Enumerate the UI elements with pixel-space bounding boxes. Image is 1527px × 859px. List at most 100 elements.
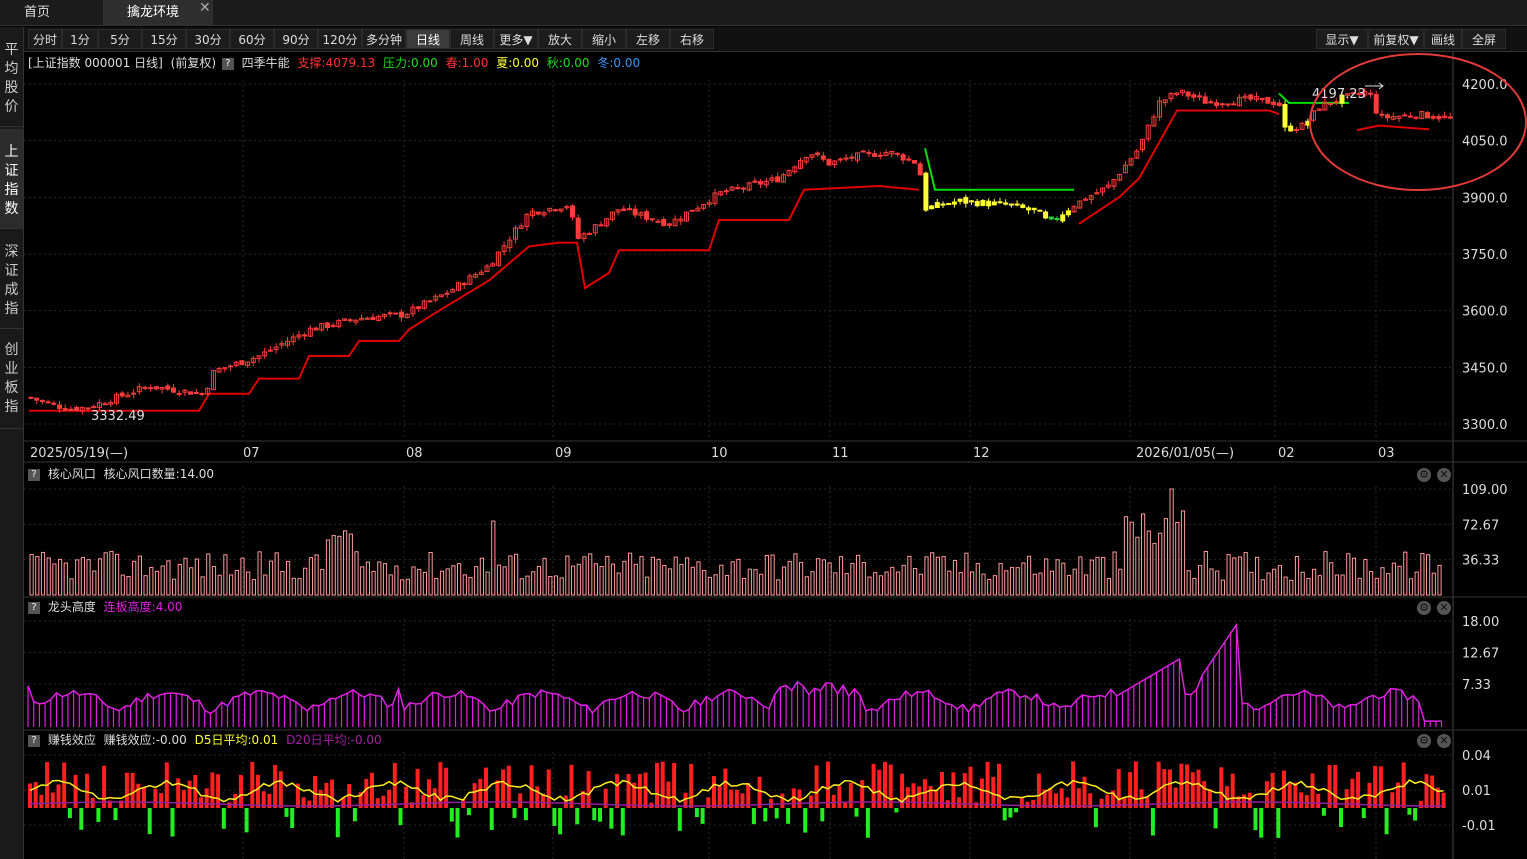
panel1-bar [1163, 518, 1169, 596]
panel1-bar [496, 564, 502, 596]
panel3-bar [609, 808, 614, 829]
panel3-bar [615, 774, 620, 808]
panel1-bar [160, 565, 165, 596]
panel1-bar [1152, 542, 1157, 596]
panel3-bar [313, 775, 317, 808]
panel1-bar [1192, 577, 1197, 596]
candle-body [974, 200, 980, 207]
panel1-bar [1066, 574, 1072, 596]
panel1-bar [468, 576, 473, 596]
panel1-bar [428, 551, 433, 596]
panel3-bar [449, 808, 454, 822]
panel1-bar [895, 571, 901, 596]
candle-body [1054, 218, 1060, 221]
panel1-bar [1038, 572, 1043, 596]
panel3-bar [1259, 808, 1264, 838]
candle-body [627, 208, 632, 211]
candle-body [894, 152, 900, 155]
panel3-bar [204, 788, 209, 808]
panel3-bar [1287, 783, 1292, 808]
panel1-bar [485, 571, 490, 596]
panel3-bar [1156, 761, 1161, 808]
panel1-bar [553, 575, 559, 596]
panel1-bar [257, 551, 262, 596]
panel3-bar [1059, 788, 1064, 808]
panel3-bar [244, 808, 249, 833]
panel1-bar [1021, 562, 1026, 596]
panel1-bar [559, 577, 564, 596]
panel3-bar [381, 795, 386, 808]
panel3-bar [1316, 793, 1321, 808]
panel1-bar [1135, 536, 1140, 596]
candle-body [1003, 202, 1009, 205]
panel3-bar [523, 808, 528, 821]
candle-body [1368, 92, 1373, 95]
panel3-bar [1008, 808, 1013, 818]
candle-body [393, 312, 399, 315]
panel1-bar [80, 557, 86, 596]
panel3-bar [1116, 769, 1121, 808]
panel3-bar [1213, 808, 1218, 829]
panel2-y-tick: 7.33 [1462, 678, 1491, 693]
panel1-bar [457, 563, 462, 596]
candle-body [1219, 103, 1225, 106]
candle-body [535, 211, 541, 215]
panel1-y-tick: 36.33 [1462, 554, 1499, 569]
panel3-bar [1082, 776, 1087, 808]
panel1-bar [719, 564, 724, 596]
candle-body [313, 327, 319, 331]
panel1-bar [656, 558, 661, 596]
panel1-bar [1391, 562, 1397, 596]
candle-body [1413, 116, 1419, 119]
panel1-bar [838, 556, 844, 596]
panel1-bar [981, 573, 986, 596]
candle-body [1020, 204, 1026, 209]
panel3-bar [592, 808, 597, 821]
panel1-bar [63, 562, 68, 596]
panel1-bar [474, 566, 479, 596]
panel1-bar [724, 574, 730, 596]
panel3-bar [518, 793, 523, 808]
panel3-bar [575, 808, 580, 825]
panel1-bar [1374, 577, 1379, 596]
panel3-bar [278, 771, 283, 808]
panel3-bar [1185, 764, 1190, 808]
panel1-bar [354, 551, 359, 596]
panel3-bar [1430, 775, 1435, 808]
panel1-bar [1061, 562, 1066, 596]
panel1-bar [1403, 551, 1408, 596]
panel1-bar [810, 571, 815, 596]
panel3-bar [512, 808, 517, 818]
candle-body [735, 187, 741, 190]
panel1-bar [1112, 551, 1117, 596]
panel3-bar [1133, 761, 1138, 808]
panel1-bar [907, 555, 912, 596]
panel1-bar [667, 568, 673, 596]
candle-body [980, 199, 986, 206]
candle-body [51, 402, 57, 405]
panel1-bar [998, 563, 1003, 596]
candle-body [267, 349, 273, 352]
panel1-bar [263, 574, 268, 596]
panel3-bar [284, 808, 289, 817]
panel3-bar [1299, 792, 1304, 808]
panel3-bar [170, 808, 175, 837]
candle-body [427, 300, 433, 303]
panel1-bar [1346, 553, 1351, 596]
panel1-bar [1357, 577, 1362, 596]
candle-body [176, 392, 182, 395]
panel1-bar [1004, 570, 1009, 596]
panel3-bar [1207, 789, 1212, 808]
panel3-bar [655, 762, 659, 808]
candle-body [1425, 112, 1430, 119]
panel1-bar [941, 556, 946, 596]
panel1-bar [964, 552, 969, 596]
panel1-bar [166, 560, 171, 596]
candle-body [986, 200, 992, 207]
panel1-bar [867, 576, 872, 596]
panel3-bar [330, 779, 335, 808]
candle-body [1225, 103, 1231, 106]
panel3-bar [307, 800, 312, 808]
panel1-bar [194, 558, 200, 596]
panel1-bar [445, 568, 450, 596]
